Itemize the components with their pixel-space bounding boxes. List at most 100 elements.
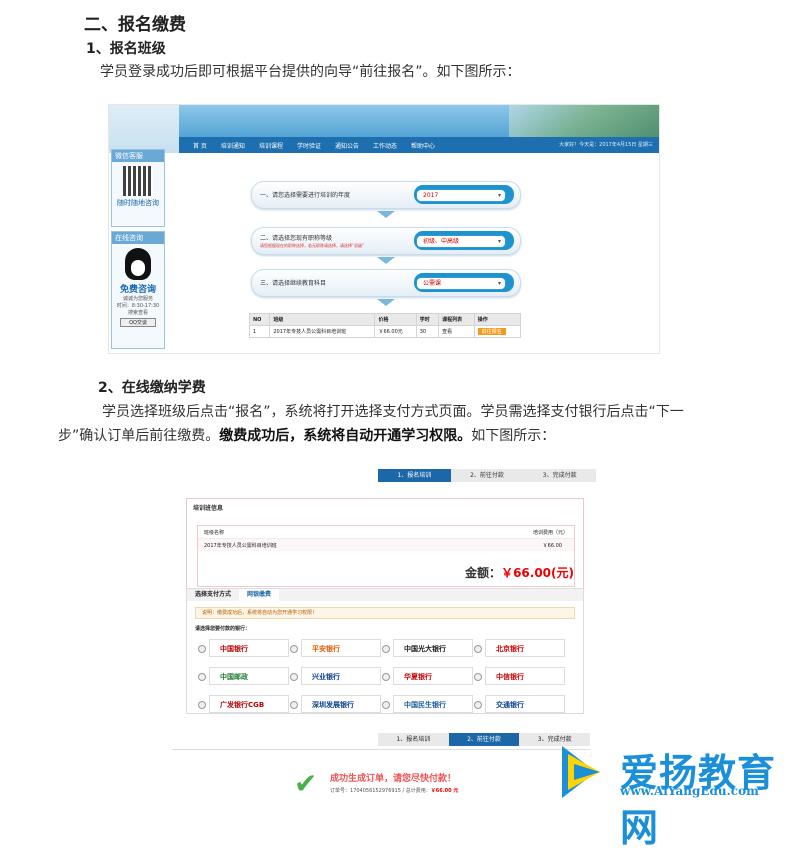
radio-icon[interactable] [290, 701, 298, 709]
view-courses-link[interactable]: 查看 [438, 325, 475, 338]
cell-no: 1 [248, 325, 271, 338]
watermark-url: www.AiYangEdu.com [620, 784, 759, 798]
radio-icon[interactable] [198, 673, 206, 681]
tab-pay-method[interactable]: 选择支付方式 [187, 589, 239, 601]
step-register: 1、报名培训 [396, 736, 431, 743]
bank-option[interactable]: 中国银行 [198, 639, 289, 657]
step-pay: 2、前往付款 [448, 733, 520, 746]
screenshot-payment-method: 1、报名培训 2、前往付款 3、完成付款 培训班信息 班级名称 培训费用（元） … [172, 464, 596, 714]
bank-name: 中国银行 [220, 645, 248, 653]
step2-text-c: 如下图所示： [471, 428, 556, 444]
bank-prompt: 请选择您要付款的银行： [195, 626, 251, 632]
online-sub: 诚诚为您服务 [122, 296, 153, 302]
col-hours: 学时 [415, 313, 440, 326]
total-value: ￥66.00 元 [430, 788, 459, 794]
bank-name: 深圳发展银行 [312, 701, 354, 709]
payment-note: 说明：缴费成功后，系统将自动为您开通学习权限！ [195, 607, 575, 619]
tab-online-bank[interactable]: 网银缴费 [239, 589, 280, 601]
radio-icon[interactable] [198, 645, 206, 653]
screenshot-registration-wizard: 首 页 培训通知 培训课程 学时验证 通知公告 工作动态 帮助中心 大家好！今天… [108, 104, 660, 354]
radio-icon[interactable] [290, 645, 298, 653]
bank-option[interactable]: 中信银行 [474, 667, 565, 685]
col-fee: 培训费用（元） [532, 530, 568, 536]
nav-greeting: 大家好！今天是：2017年4月15日 星期三 [559, 142, 653, 148]
radio-icon[interactable] [474, 701, 482, 709]
bank-name: 华夏银行 [404, 673, 432, 681]
online-title: 在线咨询 [112, 232, 164, 244]
bank-option[interactable]: 广发银行CGB [198, 695, 289, 713]
order-success-message: 成功生成订单，请您尽快付款！ [330, 774, 457, 784]
online-extra: 搜索查看 [127, 310, 148, 316]
wechat-service-panel: 微信客服 随时随地咨询 [111, 149, 165, 227]
bank-option[interactable]: 兴业银行 [290, 667, 381, 685]
bank-option[interactable]: 中国民生银行 [382, 695, 473, 713]
bank-name: 交通银行 [496, 701, 524, 709]
title-select[interactable]: 初级、中高级 [416, 235, 506, 248]
bank-option[interactable]: 华夏银行 [382, 667, 473, 685]
step2-text-a: 学员选择班级后点击“报名”，系统将打开选择支付方式页面。学员需选择支付银行后点击… [102, 404, 684, 420]
nav-help[interactable]: 帮助中心 [411, 141, 435, 150]
cell-class-name: 2017年专技人员公需科目培训班 [204, 543, 277, 549]
class-info-panel: 培训班信息 班级名称 培训费用（元） 2017年专技人员公需科目培训班 ￥66.… [186, 498, 584, 596]
col-class-name: 班级名称 [204, 530, 225, 536]
bank-option[interactable]: 深圳发展银行 [290, 695, 381, 713]
bank-name: 中信银行 [496, 673, 524, 681]
step1-heading: 1、报名班级 [86, 41, 166, 57]
nav-home[interactable]: 首 页 [193, 141, 207, 150]
wechat-text: 随时随地咨询 [117, 199, 159, 207]
divider [172, 749, 590, 750]
banner-left [109, 105, 179, 153]
amount-label: 金额： [465, 566, 502, 580]
step-year-label: 一、请您选择需要进行培训的年度 [260, 192, 351, 199]
radio-icon[interactable] [474, 645, 482, 653]
bank-option[interactable]: 平安银行 [290, 639, 381, 657]
bank-option[interactable]: 交通银行 [474, 695, 565, 713]
enroll-button[interactable]: 前往报名 [477, 328, 506, 335]
table-header-row: 班级名称 培训费用（元） [198, 526, 574, 539]
payment-tabs: 选择支付方式 网银缴费 [187, 589, 583, 601]
radio-icon[interactable] [474, 673, 482, 681]
nav-training-notice[interactable]: 培训通知 [221, 141, 245, 150]
col-price: 价格 [374, 313, 417, 326]
table-row: 1 2017年专技人员公需科目培训班 ￥66.00元 30 查看 前往报名 [248, 325, 522, 338]
step2-heading: 2、在线缴纳学费 [98, 380, 206, 396]
col-no: NO [248, 313, 271, 326]
year-select[interactable]: 2017 [416, 189, 506, 202]
radio-icon[interactable] [382, 645, 390, 653]
bank-option[interactable]: 中国邮政 [198, 667, 289, 685]
col-class: 班级 [269, 313, 376, 326]
bank-name: 中国光大银行 [404, 645, 446, 653]
step2-text-b: 步”确认订单后前往缴费。 [58, 428, 220, 444]
step-title-label: 二、请选择您现有职称等级 [260, 235, 333, 242]
nav-work-news[interactable]: 工作动态 [373, 141, 397, 150]
nav-courses[interactable]: 培训课程 [259, 141, 283, 150]
radio-icon[interactable] [198, 701, 206, 709]
nav-announcements[interactable]: 通知公告 [335, 141, 359, 150]
banner-landscape [509, 105, 659, 137]
radio-icon[interactable] [382, 701, 390, 709]
main-nav: 首 页 培训通知 培训课程 学时验证 通知公告 工作动态 帮助中心 大家好！今天… [179, 137, 659, 153]
progress-steps: 1、报名培训 2、前往付款 3、完成付款 [378, 733, 590, 746]
down-arrow-icon [377, 299, 395, 306]
qq-chat-button[interactable]: QQ交谈 [120, 318, 156, 327]
subject-select[interactable]: 公需课 [416, 277, 506, 290]
table-header-row: NO 班级 价格 学时 课程列表 操作 [248, 313, 522, 326]
step-subject-label: 三、请选择继续教育科目 [260, 280, 327, 287]
order-label: 订单号： [330, 788, 351, 794]
radio-icon[interactable] [382, 673, 390, 681]
cell-price: ￥66.00元 [374, 325, 417, 338]
online-time: 时间：8:30-17:30 [116, 303, 160, 309]
payment-panel: 选择支付方式 网银缴费 说明：缴费成功后，系统将自动为您开通学习权限！ 请选择您… [186, 588, 584, 714]
amount-value: ￥66.00(元) [501, 566, 574, 580]
bank-name: 广发银行CGB [220, 701, 265, 709]
bank-option[interactable]: 中国光大银行 [382, 639, 473, 657]
aiyang-logo-icon [562, 746, 600, 798]
wechat-title: 微信客服 [112, 150, 164, 162]
bank-name: 中国民生银行 [404, 701, 446, 709]
wizard-step-year: 一、请您选择需要进行培训的年度 2017 [251, 181, 521, 209]
step-complete: 3、完成付款 [542, 472, 577, 479]
nav-hours-verify[interactable]: 学时验证 [297, 141, 321, 150]
radio-icon[interactable] [290, 673, 298, 681]
bank-option[interactable]: 北京银行 [474, 639, 565, 657]
check-icon: ✔ [294, 767, 318, 800]
